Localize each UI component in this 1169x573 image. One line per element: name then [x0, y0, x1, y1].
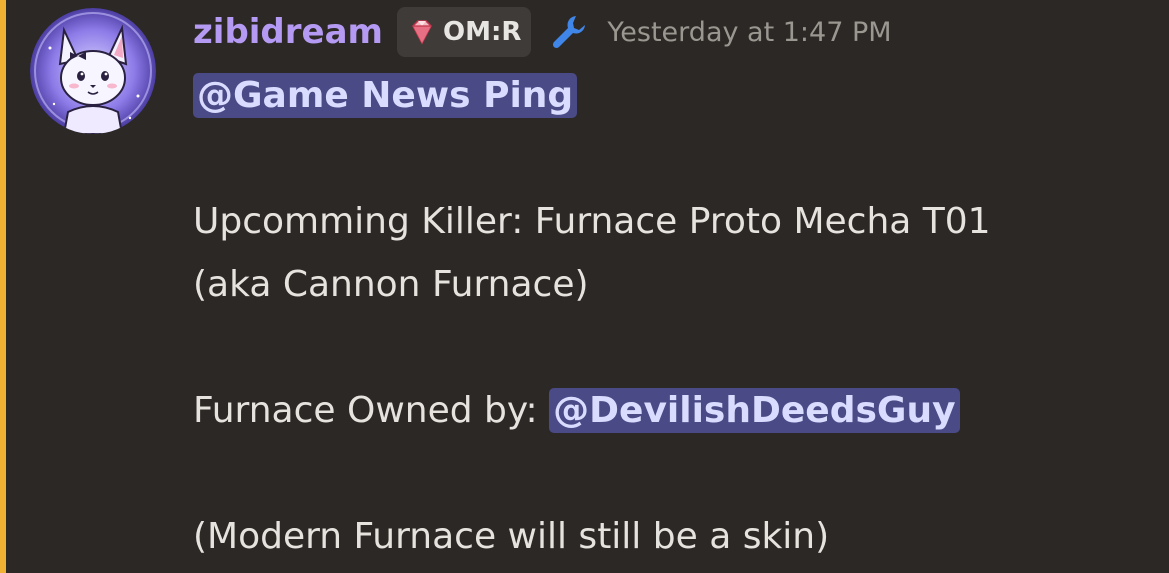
message-line-aka: (aka Cannon Furnace) — [193, 264, 589, 305]
chat-message: zibidream OM:R Yesterday at 1:47 PM @Gam… — [0, 0, 1169, 573]
avatar[interactable] — [30, 8, 156, 134]
message-timestamp: Yesterday at 1:47 PM — [607, 16, 892, 48]
wrench-icon — [547, 10, 591, 54]
gem-icon — [412, 20, 432, 45]
message-content: @Game News Ping Upcomming Killer: Furnac… — [193, 64, 1153, 568]
author-username[interactable]: zibidream — [193, 12, 383, 52]
role-tag[interactable]: OM:R — [396, 7, 532, 57]
role-mention[interactable]: @Game News Ping — [193, 73, 578, 118]
mention-highlight-bar — [0, 0, 6, 573]
owned-by-label: Furnace Owned by: — [193, 390, 550, 431]
message-line-skin: (Modern Furnace will still be a skin) — [193, 516, 830, 557]
message-header: zibidream OM:R Yesterday at 1:47 PM — [193, 4, 892, 60]
user-mention[interactable]: @DevilishDeedsGuy — [549, 388, 960, 433]
role-tag-label: OM:R — [442, 17, 522, 47]
message-line-killer: Upcomming Killer: Furnace Proto Mecha T0… — [193, 201, 991, 242]
